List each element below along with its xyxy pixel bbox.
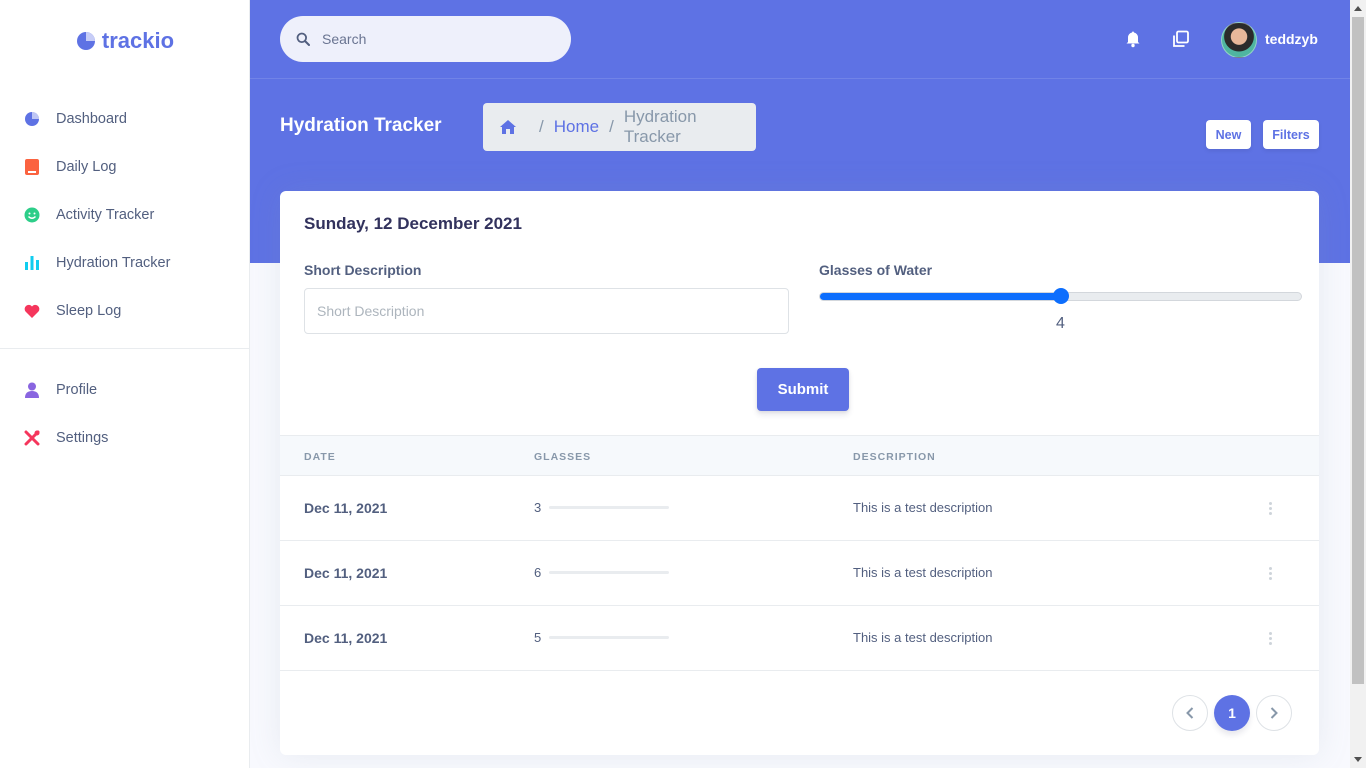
column-header-description[interactable]: DESCRIPTION [853, 451, 936, 463]
page-title: Hydration Tracker [280, 115, 442, 136]
bell-icon[interactable] [1124, 30, 1142, 48]
short-description-label: Short Description [304, 262, 422, 278]
sidebar-nav-secondary: Profile Settings [0, 366, 250, 462]
row-date: Dec 11, 2021 [304, 500, 388, 516]
breadcrumb-separator: / [609, 117, 614, 136]
row-glasses: 5 [534, 630, 670, 645]
row-date: Dec 11, 2021 [304, 630, 388, 646]
table-row: Dec 11, 2021 3 This is a test descriptio… [280, 476, 1319, 541]
sidebar-item-dashboard[interactable]: Dashboard [0, 95, 250, 143]
row-progress [549, 506, 670, 509]
breadcrumb-separator: / [539, 117, 544, 136]
sidebar-item-label: Profile [56, 382, 98, 398]
row-glasses: 6 [534, 565, 670, 580]
filters-button[interactable]: Filters [1263, 120, 1319, 149]
search-bar[interactable] [280, 16, 571, 62]
brand-logo[interactable]: trackio [0, 28, 250, 54]
sidebar: trackio Dashboard Daily Log Activity Tra… [0, 0, 250, 768]
row-progress [549, 571, 670, 574]
tools-icon [24, 430, 40, 446]
brand-name: trackio [101, 28, 175, 53]
bar-chart-icon [24, 255, 40, 271]
row-glasses: 3 [534, 500, 670, 515]
row-glasses-count: 3 [534, 500, 542, 515]
row-description: This is a test description [853, 630, 993, 645]
windows-icon[interactable] [1172, 30, 1190, 48]
glasses-value: 4 [1056, 315, 1065, 332]
breadcrumb: / Home / Hydration Tracker [483, 103, 756, 151]
table-row: Dec 11, 2021 5 This is a test descriptio… [280, 606, 1319, 671]
row-menu-icon[interactable] [1266, 628, 1274, 648]
scroll-up-arrow-icon[interactable] [1350, 0, 1366, 16]
sidebar-item-activity-tracker[interactable]: Activity Tracker [0, 191, 250, 239]
user-icon [24, 382, 40, 398]
row-glasses-count: 6 [534, 565, 542, 580]
topbar-divider [250, 78, 1350, 79]
column-header-date[interactable]: DATE [304, 451, 336, 463]
breadcrumb-home-link[interactable]: Home [554, 117, 599, 137]
sidebar-item-settings[interactable]: Settings [0, 414, 250, 462]
sidebar-item-label: Hydration Tracker [56, 255, 171, 271]
submit-button[interactable]: Submit [757, 368, 849, 411]
pie-chart-icon [76, 32, 95, 50]
column-header-glasses[interactable]: GLASSES [534, 451, 591, 463]
chevron-right-icon [1270, 707, 1278, 719]
slider-fill [820, 293, 1061, 300]
sidebar-item-hydration-tracker[interactable]: Hydration Tracker [0, 239, 250, 287]
page-scrollbar[interactable] [1350, 0, 1366, 768]
table-row: Dec 11, 2021 6 This is a test descriptio… [280, 541, 1319, 606]
short-description-input[interactable] [304, 288, 789, 334]
sidebar-nav: Dashboard Daily Log Activity Tracker Hyd… [0, 95, 250, 335]
smile-icon [24, 207, 40, 223]
scrollbar-thumb[interactable] [1352, 17, 1364, 684]
row-glasses-count: 5 [534, 630, 542, 645]
row-menu-icon[interactable] [1266, 498, 1274, 518]
sidebar-item-label: Settings [56, 430, 109, 446]
row-progress [549, 636, 670, 639]
sidebar-item-daily-log[interactable]: Daily Log [0, 143, 250, 191]
sidebar-divider [0, 348, 250, 349]
avatar[interactable] [1221, 22, 1257, 58]
row-menu-icon[interactable] [1266, 563, 1274, 583]
scroll-down-arrow-icon[interactable] [1350, 752, 1366, 768]
pagination-next-button[interactable] [1256, 695, 1292, 731]
card-date: Sunday, 12 December 2021 [304, 214, 522, 233]
username[interactable]: teddzyb [1265, 31, 1318, 47]
sidebar-item-label: Sleep Log [56, 303, 122, 319]
heart-icon [24, 303, 40, 319]
slider-thumb[interactable] [1052, 288, 1069, 304]
row-description: This is a test description [853, 500, 993, 515]
search-input[interactable] [322, 31, 542, 47]
new-button[interactable]: New [1206, 120, 1251, 149]
chevron-left-icon [1186, 707, 1194, 719]
row-date: Dec 11, 2021 [304, 565, 388, 581]
home-icon[interactable] [499, 119, 517, 135]
search-icon [296, 32, 310, 46]
sidebar-item-label: Daily Log [56, 159, 117, 175]
hydration-card: Sunday, 12 December 2021 Short Descripti… [280, 191, 1319, 755]
breadcrumb-current: Hydration Tracker [623, 107, 697, 146]
pagination-page-1[interactable]: 1 [1214, 695, 1250, 731]
glasses-label: Glasses of Water [819, 262, 933, 278]
book-icon [24, 159, 40, 175]
sidebar-item-profile[interactable]: Profile [0, 366, 250, 414]
table-header: DATE GLASSES DESCRIPTION [280, 435, 1319, 476]
pagination-prev-button[interactable] [1172, 695, 1208, 731]
sidebar-item-sleep-log[interactable]: Sleep Log [0, 287, 250, 335]
pie-chart-icon [24, 111, 40, 127]
row-description: This is a test description [853, 565, 993, 580]
sidebar-item-label: Dashboard [56, 111, 127, 127]
sidebar-item-label: Activity Tracker [56, 207, 155, 223]
